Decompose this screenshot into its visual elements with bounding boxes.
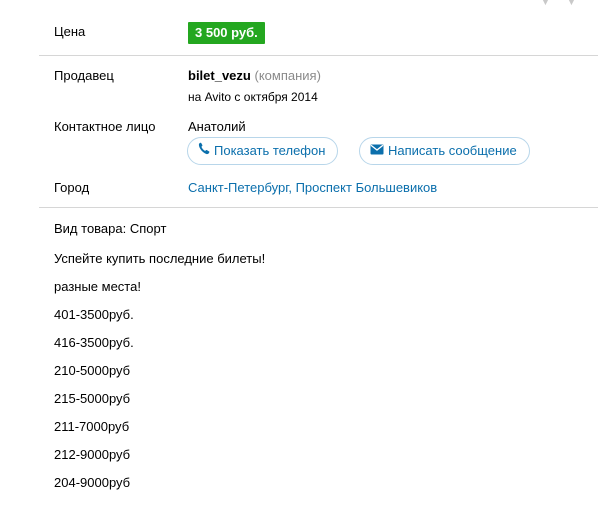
description-line: 204-9000руб	[54, 475, 131, 490]
show-phone-button[interactable]: Показать телефон	[187, 137, 339, 165]
city-label: Город	[54, 180, 90, 195]
envelope-icon	[370, 138, 384, 164]
description-line: 211-7000руб	[54, 419, 130, 434]
contact-label: Контактное лицо	[54, 119, 156, 134]
seller-type: (компания)	[254, 68, 321, 83]
price-label: Цена	[54, 24, 86, 39]
write-message-button[interactable]: Написать сообщение	[359, 137, 530, 165]
seller-since: на Avito с октября 2014	[188, 90, 318, 104]
phone-icon	[198, 138, 210, 164]
show-phone-label: Показать телефон	[214, 143, 326, 158]
description-line: 210-5000руб	[54, 363, 131, 378]
divider	[39, 207, 598, 208]
description-line: Успейте купить последние билеты!	[54, 251, 266, 266]
write-message-label: Написать сообщение	[388, 143, 517, 158]
contact-name: Анатолий	[188, 119, 246, 134]
seller-info: bilet_vezu (компания)	[188, 68, 321, 83]
price-badge: 3 500 руб.	[188, 22, 265, 44]
description-line: разные места!	[54, 279, 141, 294]
partial-icon: ▼	[566, 0, 577, 8]
seller-name-link[interactable]: bilet_vezu	[188, 68, 251, 83]
description-line: 401-3500руб.	[54, 307, 134, 322]
description-line: 212-9000руб	[54, 447, 131, 462]
description-line: 416-3500руб.	[54, 335, 134, 350]
divider	[39, 55, 598, 56]
seller-label: Продавец	[54, 68, 114, 83]
partial-icon: ▼	[540, 0, 551, 8]
city-link[interactable]: Санкт-Петербург, Проспект Большевиков	[188, 180, 437, 195]
item-category: Вид товара: Спорт	[54, 221, 167, 236]
description-line: 215-5000руб	[54, 391, 131, 406]
